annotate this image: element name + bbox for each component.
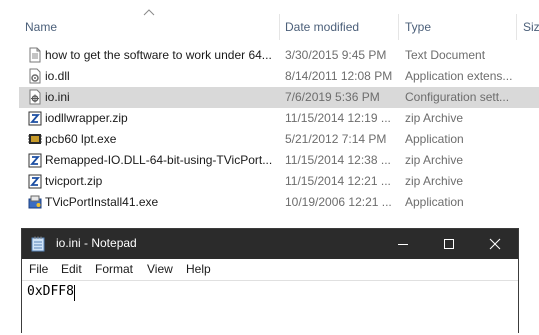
file-type: Text Document: [405, 48, 486, 62]
file-name: TVicPortInstall41.exe: [45, 195, 159, 209]
file-row[interactable]: pcb60 lpt.exe 5/21/2012 7:14 PM Applicat…: [19, 129, 539, 150]
file-type: Application: [405, 195, 464, 209]
notepad-icon: [31, 236, 45, 252]
file-type: zip Archive: [405, 174, 464, 188]
chip-exe-icon: [28, 134, 42, 144]
menu-format[interactable]: Format: [95, 262, 133, 276]
file-name: io.dll: [45, 69, 70, 83]
notepad-title: io.ini - Notepad: [56, 236, 137, 250]
file-date: 7/6/2019 5:36 PM: [285, 90, 380, 104]
file-date: 5/21/2012 7:14 PM: [285, 132, 387, 146]
file-type: Application extens...: [405, 69, 513, 83]
file-date: 10/19/2006 12:21 ...: [285, 195, 392, 209]
notepad-window[interactable]: io.ini - Notepad File Edit Format View H…: [21, 228, 519, 335]
text-document-icon: [29, 47, 41, 63]
menu-edit[interactable]: Edit: [61, 262, 82, 276]
column-header-date-modified[interactable]: Date modified: [285, 19, 359, 35]
file-row[interactable]: TVicPortInstall41.exe 10/19/2006 12:21 .…: [19, 192, 539, 213]
file-name: Remapped-IO.DLL-64-bit-using-TVicPort...: [45, 153, 273, 167]
file-name: iodllwrapper.zip: [45, 111, 128, 125]
maximize-icon: [444, 239, 454, 249]
file-date: 8/14/2011 12:08 PM: [285, 69, 393, 83]
file-type: Application: [405, 132, 464, 146]
file-type: zip Archive: [405, 153, 464, 167]
file-date: 11/15/2014 12:19 ...: [285, 111, 391, 125]
column-header-type[interactable]: Type: [405, 19, 431, 35]
notepad-title-bar[interactable]: io.ini - Notepad: [22, 229, 518, 259]
file-row[interactable]: io.ini 7/6/2019 5:36 PM Configuration se…: [19, 87, 539, 108]
file-name: tvicport.zip: [45, 174, 103, 188]
config-file-icon: [29, 89, 41, 105]
menu-file[interactable]: File: [29, 262, 48, 276]
file-row[interactable]: Remapped-IO.DLL-64-bit-using-TVicPort...…: [19, 150, 539, 171]
file-date: 3/30/2015 9:45 PM: [285, 48, 387, 62]
notepad-menu-bar: File Edit Format View Help: [22, 259, 518, 280]
file-date: 11/15/2014 12:38 ...: [285, 153, 391, 167]
column-header-name[interactable]: Name: [25, 19, 57, 35]
file-name: how to get the software to work under 64…: [45, 48, 272, 62]
menu-help[interactable]: Help: [186, 262, 211, 276]
close-button[interactable]: [472, 229, 518, 259]
maximize-button[interactable]: [426, 229, 472, 259]
zip-archive-icon: [28, 153, 42, 168]
column-divider[interactable]: [516, 14, 517, 40]
column-header-size[interactable]: Siz: [523, 19, 539, 35]
file-name: io.ini: [45, 90, 70, 104]
column-divider[interactable]: [398, 14, 399, 40]
minimize-button[interactable]: [380, 229, 426, 259]
file-type: zip Archive: [405, 111, 464, 125]
sort-ascending-icon: [143, 9, 155, 16]
column-divider[interactable]: [279, 14, 280, 40]
menu-view[interactable]: View: [147, 262, 173, 276]
text-caret: [74, 285, 75, 301]
file-row[interactable]: tvicport.zip 11/15/2014 12:21 ... zip Ar…: [19, 171, 539, 192]
file-row[interactable]: io.dll 8/14/2011 12:08 PM Application ex…: [19, 66, 539, 87]
zip-archive-icon: [28, 174, 42, 189]
dll-gear-icon: [29, 68, 41, 84]
file-type: Configuration sett...: [405, 90, 510, 104]
file-row[interactable]: how to get the software to work under 64…: [19, 45, 539, 66]
file-row[interactable]: iodllwrapper.zip 11/15/2014 12:19 ... zi…: [19, 108, 539, 129]
close-icon: [489, 238, 501, 250]
zip-archive-icon: [28, 111, 42, 126]
file-date: 11/15/2014 12:21 ...: [285, 174, 391, 188]
notepad-content: 0xDFF8: [27, 284, 74, 299]
installer-icon: [28, 195, 42, 209]
column-header-bar: Name Date modified Type Siz: [0, 0, 539, 40]
file-name: pcb60 lpt.exe: [45, 132, 117, 146]
notepad-text-area[interactable]: 0xDFF8: [22, 280, 518, 335]
minimize-icon: [398, 244, 408, 245]
